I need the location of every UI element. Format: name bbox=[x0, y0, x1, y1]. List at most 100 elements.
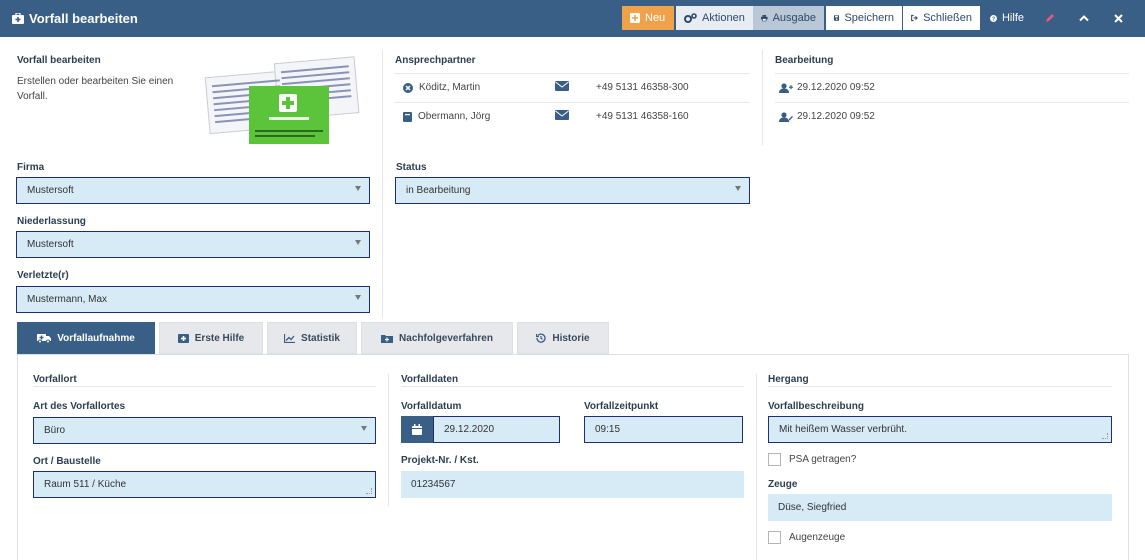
contact-row: Obermann, Jörg +49 5131 46358-160 bbox=[395, 102, 749, 130]
divider-col2 bbox=[756, 374, 757, 560]
folder-plus-icon bbox=[381, 334, 394, 343]
close-form-button[interactable]: Schließen bbox=[903, 6, 980, 30]
tab-statistik[interactable]: Statistik bbox=[267, 322, 357, 354]
status-value: in Bearbeitung bbox=[406, 185, 471, 196]
chart-line-icon bbox=[284, 333, 296, 343]
caret-down-icon bbox=[355, 186, 361, 191]
edit-pen-button[interactable] bbox=[1036, 6, 1064, 30]
location-type-select[interactable]: Büro bbox=[33, 417, 376, 444]
project-input[interactable]: 01234567 bbox=[401, 471, 744, 498]
description-value: Mit heißem Wasser verbrüht. bbox=[779, 424, 907, 435]
calendar-button[interactable] bbox=[401, 416, 433, 443]
help-button[interactable]: ? Hilfe bbox=[982, 6, 1032, 30]
svg-text:?: ? bbox=[992, 16, 995, 22]
injured-value: Mustermann, Max bbox=[27, 294, 108, 305]
tab-vorfallaufnahme[interactable]: Vorfallaufnahme bbox=[17, 322, 155, 354]
tab-label: Nachfolgeverfahren bbox=[399, 332, 493, 344]
envelope-icon[interactable] bbox=[555, 81, 569, 91]
incident-time-label: Vorfallzeitpunkt bbox=[584, 401, 659, 412]
project-label: Projekt-Nr. / Kst. bbox=[401, 455, 479, 466]
contact-name-wrapper: Köditz, Martin bbox=[403, 82, 480, 93]
description-label: Vorfallbeschreibung bbox=[768, 401, 864, 412]
first-aid-kit-icon bbox=[12, 13, 24, 24]
user-edit-icon bbox=[779, 111, 793, 122]
tab-label: Statistik bbox=[301, 332, 340, 344]
save-button[interactable]: Speichern bbox=[826, 6, 902, 30]
site-input[interactable]: Raum 511 / Küche bbox=[33, 471, 376, 498]
help-button-label: Hilfe bbox=[1001, 12, 1024, 24]
description-textarea[interactable]: Mit heißem Wasser verbrüht. bbox=[768, 416, 1112, 443]
plus-square-icon bbox=[630, 13, 640, 23]
intro-description: Erstellen oder bearbeiten Sie einen Vorf… bbox=[17, 76, 174, 102]
intro-heading: Vorfall bearbeiten bbox=[17, 55, 101, 66]
status-select[interactable]: in Bearbeitung bbox=[395, 177, 750, 204]
contact-phone: +49 5131 46358-160 bbox=[596, 111, 689, 122]
divider-col1 bbox=[388, 374, 389, 506]
tab-erste-hilfe[interactable]: Erste Hilfe bbox=[159, 322, 263, 354]
incident-data-heading-rule bbox=[401, 386, 744, 387]
close-window-button[interactable] bbox=[1104, 6, 1132, 30]
close-icon bbox=[1113, 13, 1123, 23]
output-button[interactable]: Ausgabe bbox=[753, 6, 824, 30]
sign-out-icon bbox=[911, 14, 918, 22]
envelope-icon[interactable] bbox=[555, 110, 569, 120]
contact-name: Köditz, Martin bbox=[419, 82, 481, 93]
company-select[interactable]: Mustersoft bbox=[16, 177, 370, 204]
site-value: Raum 511 / Küche bbox=[44, 479, 127, 490]
site-label: Ort / Baustelle bbox=[33, 456, 101, 467]
contacts-heading: Ansprechpartner bbox=[395, 55, 476, 66]
history-icon bbox=[536, 333, 547, 343]
incident-date-label: Vorfalldatum bbox=[401, 401, 462, 412]
contact-row: Köditz, Martin +49 5131 46358-300 bbox=[395, 73, 749, 101]
processing-date: 29.12.2020 09:52 bbox=[797, 82, 875, 93]
company-label: Firma bbox=[17, 162, 45, 173]
injured-select[interactable]: Mustermann, Max bbox=[16, 286, 370, 313]
witness-input[interactable]: Düse, Siegfried bbox=[768, 494, 1112, 521]
book-icon bbox=[403, 111, 412, 122]
tab-nachfolgeverfahren[interactable]: Nachfolgeverfahren bbox=[361, 322, 513, 354]
eyewitness-checkbox[interactable] bbox=[768, 531, 781, 544]
floppy-disk-icon bbox=[834, 15, 840, 21]
tab-label: Historie bbox=[552, 332, 590, 344]
ppe-checkbox[interactable] bbox=[768, 453, 781, 466]
witness-label: Zeuge bbox=[768, 479, 798, 490]
chevron-up-icon bbox=[1079, 15, 1089, 22]
injured-label: Verletzte(r) bbox=[17, 270, 69, 281]
output-button-label: Ausgabe bbox=[772, 12, 816, 24]
processing-row: 29.12.2020 09:52 bbox=[775, 73, 1129, 101]
tab-label: Vorfallaufnahme bbox=[57, 332, 135, 344]
caret-down-icon bbox=[355, 295, 361, 300]
tab-historie[interactable]: Historie bbox=[517, 322, 609, 354]
incident-time-value: 09:15 bbox=[595, 424, 621, 435]
tab-label: Erste Hilfe bbox=[194, 332, 245, 344]
window-title-text: Vorfall bearbeiten bbox=[29, 11, 138, 26]
caret-down-icon bbox=[361, 426, 367, 431]
incident-date-input[interactable]: 29.12.2020 bbox=[433, 416, 560, 443]
processing-date: 29.12.2020 09:52 bbox=[797, 111, 875, 122]
new-button-label: Neu bbox=[645, 12, 666, 24]
contact-name-wrapper: Obermann, Jörg bbox=[403, 111, 490, 122]
close-form-button-label: Schließen bbox=[923, 12, 972, 24]
resize-grip-icon[interactable] bbox=[1102, 433, 1108, 439]
caret-down-icon bbox=[735, 186, 741, 191]
save-button-label: Speichern bbox=[844, 12, 894, 24]
print-icon bbox=[761, 15, 768, 22]
resize-grip-icon[interactable] bbox=[366, 488, 372, 494]
contact-name: Obermann, Jörg bbox=[418, 111, 491, 122]
first-aid-icon bbox=[177, 333, 189, 343]
caret-down-icon bbox=[355, 240, 361, 245]
ppe-label: PSA getragen? bbox=[789, 454, 857, 465]
branch-select[interactable]: Mustersoft bbox=[16, 231, 370, 258]
contact-phone: +49 5131 46358-300 bbox=[596, 82, 689, 93]
location-heading: Vorfallort bbox=[33, 374, 77, 385]
company-value: Mustersoft bbox=[27, 185, 74, 196]
actions-button[interactable]: Aktionen bbox=[676, 6, 753, 30]
incident-time-input[interactable]: 09:15 bbox=[584, 416, 743, 443]
incident-data-heading: Vorfalldaten bbox=[401, 374, 459, 385]
pencil-icon bbox=[1046, 14, 1054, 22]
question-circle-icon: ? bbox=[990, 14, 997, 22]
processing-entry: 29.12.2020 09:52 bbox=[779, 111, 875, 122]
new-button[interactable]: Neu bbox=[622, 6, 674, 30]
collapse-button[interactable] bbox=[1070, 6, 1098, 30]
cogs-icon bbox=[684, 13, 697, 23]
